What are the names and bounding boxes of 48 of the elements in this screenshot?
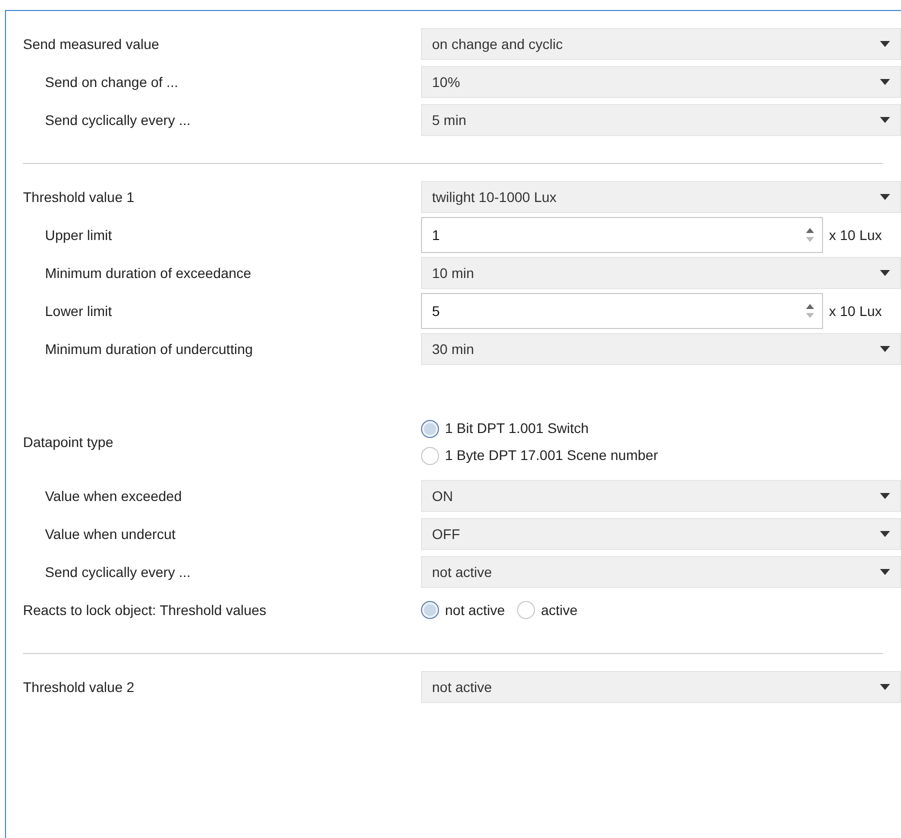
field-label: Lower limit [44,302,113,320]
radio-label[interactable]: not active [445,600,505,620]
caret-icon [880,346,890,352]
spinner-arrows-icon[interactable] [806,304,814,318]
field-label: Threshold value 1 [23,188,136,206]
caret-icon [880,493,890,499]
radio-button[interactable] [421,446,439,464]
field-label: Threshold value 2 [23,678,136,696]
caret-icon [880,270,890,276]
caret-icon [880,569,890,575]
caret-icon [880,531,890,537]
dropdown[interactable]: 5 min [421,104,901,136]
field-label: Minimum duration of undercutting [44,340,254,359]
field-label: Send on change of ... [44,72,180,92]
caret-icon [880,194,890,200]
field-label: Send cyclically every ... [44,110,192,130]
dropdown[interactable]: on change and cyclic [421,28,901,60]
field-label: Datapoint type [23,432,114,452]
field-label: Value when exceeded [44,486,183,506]
caret-icon [880,117,890,123]
radio-button[interactable] [421,601,439,619]
dropdown[interactable]: 10 min [421,257,901,289]
number-field[interactable]: 1 [421,217,823,253]
field-label: Value when undercut [44,524,176,544]
caret-icon [880,79,890,85]
unit-label: x 10 Lux [829,226,882,244]
radio-button[interactable] [421,420,439,438]
number-field[interactable]: 5 [421,293,823,329]
dropdown[interactable]: not active [421,671,901,703]
field-label: Upper limit [44,226,113,245]
radio-button[interactable] [516,601,535,619]
field-label: Send measured value [23,34,160,54]
dropdown[interactable]: twilight 10-1000 Lux [421,181,901,213]
dropdown[interactable]: not active [421,556,901,588]
spinner-arrows-icon[interactable] [806,228,814,242]
unit-label: x 10 Lux [829,302,882,320]
dropdown[interactable]: ON [421,480,901,512]
dropdown[interactable]: 30 min [421,333,901,365]
radio-label[interactable]: 1 Bit DPT 1.001 Switch [445,418,589,439]
dropdown[interactable]: 10% [421,66,901,98]
radio-label[interactable]: 1 Byte DPT 17.001 Scene number [445,445,658,466]
field-label: Minimum duration of exceedance [44,264,252,282]
field-label: Reacts to lock object: Threshold values [23,600,268,620]
radio-label[interactable]: active [540,600,578,620]
caret-icon [880,684,890,690]
dropdown[interactable]: OFF [421,518,901,550]
caret-icon [880,41,890,47]
field-label: Send cyclically every ... [44,562,192,582]
